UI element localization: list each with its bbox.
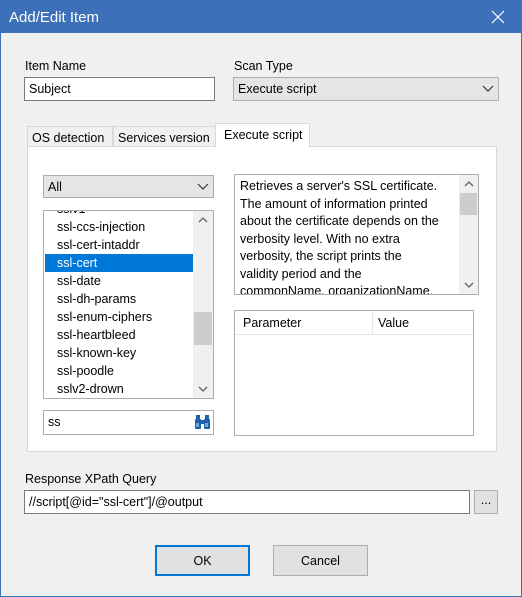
chevron-down-icon <box>197 183 209 190</box>
tab-os-detection[interactable]: OS detection <box>27 126 113 147</box>
xpath-value: //script[@id="ssl-cert"]/@output <box>29 495 203 509</box>
list-item[interactable]: ssl-enum-ciphers <box>45 308 193 326</box>
chevron-up-icon <box>464 181 473 187</box>
title-bar: Add/Edit Item <box>1 1 521 33</box>
description-scrollbar[interactable] <box>459 175 478 294</box>
category-filter-value: All <box>48 180 62 194</box>
tab-label: Services version <box>118 131 210 145</box>
scan-type-label: Scan Type <box>234 59 293 73</box>
chevron-down-icon <box>464 282 473 288</box>
binoculars-icon[interactable] <box>194 414 211 430</box>
list-item[interactable]: ssl-date <box>45 272 193 290</box>
tab-label: Execute script <box>224 128 303 142</box>
description-line: verbosity level. With no extra <box>240 231 400 246</box>
scroll-down-button[interactable] <box>459 276 478 294</box>
window-title: Add/Edit Item <box>9 9 100 26</box>
add-edit-item-dialog: Add/Edit Item Item Name Subject Scan Typ… <box>0 0 522 597</box>
scroll-thumb[interactable] <box>194 311 212 345</box>
list-item[interactable]: ssl-cert-intaddr <box>45 236 193 254</box>
list-item[interactable]: ssl-heartbleed <box>45 326 193 344</box>
description-line: verbosity, the script prints the <box>240 249 402 263</box>
category-filter-select[interactable]: All <box>43 175 214 198</box>
xpath-input[interactable]: //script[@id="ssl-cert"]/@output <box>24 490 470 514</box>
description-line: validity period and the <box>240 266 362 281</box>
close-icon <box>491 10 505 24</box>
script-list[interactable]: sslv1 ssl-ccs-injection ssl-cert-intaddr… <box>43 210 214 399</box>
script-search-value: ss <box>48 415 61 429</box>
scroll-down-button[interactable] <box>193 380 213 398</box>
ok-button[interactable]: OK <box>155 545 250 576</box>
scroll-up-button[interactable] <box>459 175 478 193</box>
list-item[interactable]: ssl-dh-params <box>45 290 193 308</box>
cancel-button[interactable]: Cancel <box>273 545 368 576</box>
close-button[interactable] <box>475 1 521 33</box>
list-item[interactable]: sslv1 <box>45 211 193 218</box>
column-divider[interactable] <box>372 311 373 335</box>
parameters-header: Parameter Value <box>235 311 473 335</box>
scroll-up-button[interactable] <box>193 211 213 229</box>
scroll-thumb[interactable] <box>460 193 477 215</box>
list-item[interactable]: sslv2-drown <box>45 380 193 398</box>
chevron-down-icon <box>482 85 494 92</box>
column-header-parameter[interactable]: Parameter <box>243 316 301 330</box>
tab-label: OS detection <box>32 131 105 145</box>
column-header-value[interactable]: Value <box>378 316 409 330</box>
tab-execute-script[interactable]: Execute script <box>215 123 310 147</box>
script-search-input[interactable]: ss <box>43 410 214 435</box>
scan-type-value: Execute script <box>238 82 317 96</box>
browse-button[interactable]: ... <box>474 490 498 514</box>
list-item[interactable]: ssl-known-key <box>45 344 193 362</box>
list-item[interactable]: ssl-ccs-injection <box>45 218 193 236</box>
chevron-down-icon <box>198 386 208 392</box>
list-item-selected[interactable]: ssl-cert <box>45 254 193 272</box>
item-name-label: Item Name <box>25 59 87 73</box>
scan-type-select[interactable]: Execute script <box>233 77 499 101</box>
browse-label: ... <box>480 493 492 507</box>
script-description: Retrieves a server's SSL certificate. Th… <box>234 174 479 295</box>
description-line: The amount of information printed <box>240 196 428 211</box>
tab-services-version[interactable]: Services version <box>113 126 216 147</box>
parameters-grid[interactable]: Parameter Value <box>234 310 474 436</box>
script-list-scrollbar[interactable] <box>193 211 213 398</box>
xpath-label: Response XPath Query <box>25 472 157 486</box>
ok-label: OK <box>193 553 212 568</box>
item-name-value: Subject <box>29 82 71 96</box>
chevron-up-icon <box>198 217 208 223</box>
description-line: commonName, organizationName, <box>240 284 434 295</box>
description-line: about the certificate depends on the <box>240 214 439 228</box>
item-name-input[interactable]: Subject <box>24 77 215 101</box>
cancel-label: Cancel <box>301 553 340 568</box>
description-line: Retrieves a server's SSL certificate. <box>240 179 438 193</box>
list-item[interactable]: ssl-poodle <box>45 362 193 380</box>
